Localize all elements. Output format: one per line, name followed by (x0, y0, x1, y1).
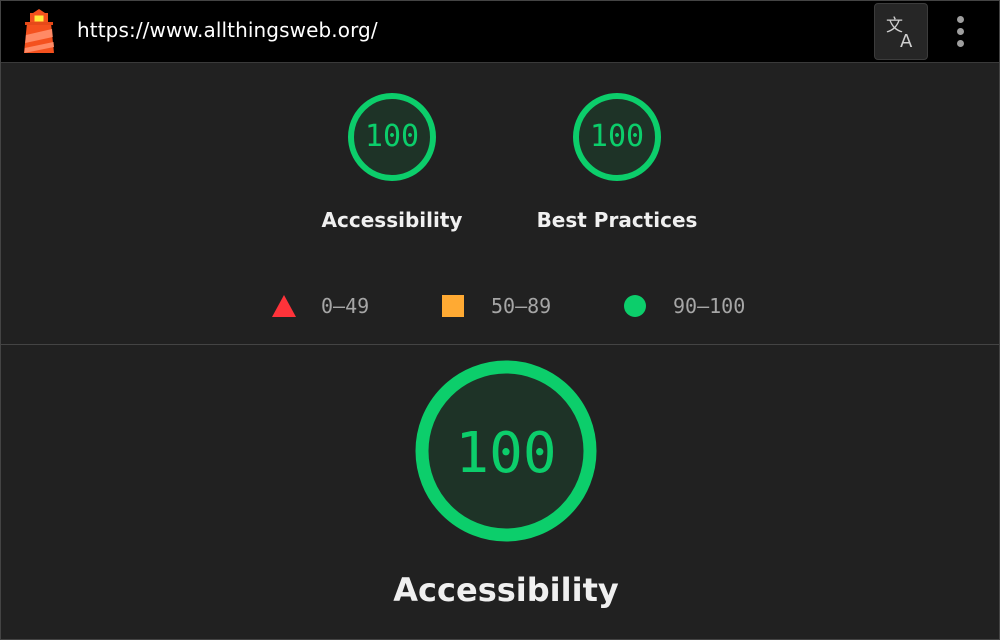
legend-pass-range: 90–100 (673, 294, 746, 318)
accessibility-category-gauge: 100 (415, 360, 597, 542)
legend-fail-range: 0–49 (321, 294, 370, 318)
accessibility-summary-gauge[interactable]: 100 (346, 91, 438, 183)
square-icon (442, 295, 464, 317)
category-score: 100 (455, 421, 557, 486)
translate-icon: 文 A (886, 16, 913, 49)
svg-text:A: A (900, 31, 913, 49)
lighthouse-report: https://www.allthingsweb.org/ 文 A 100 Ac… (0, 0, 1000, 640)
category-title: Accessibility (393, 571, 619, 609)
lighthouse-icon (24, 9, 54, 53)
circle-icon (624, 295, 646, 317)
section-divider (1, 344, 999, 345)
best-practices-summary-gauge[interactable]: 100 (571, 91, 663, 183)
accessibility-summary-label[interactable]: Accessibility (282, 208, 502, 232)
more-vert-icon-dot (957, 28, 964, 35)
accessibility-score: 100 (364, 119, 420, 154)
best-practices-summary-label[interactable]: Best Practices (507, 208, 727, 232)
page-url: https://www.allthingsweb.org/ (77, 18, 378, 42)
best-practices-score: 100 (589, 119, 645, 154)
translate-button[interactable]: 文 A (874, 3, 928, 60)
legend-average-range: 50–89 (491, 294, 552, 318)
more-options-button[interactable] (945, 11, 975, 53)
more-vert-icon-dot (957, 16, 964, 23)
more-vert-icon-dot (957, 40, 964, 47)
top-bar: https://www.allthingsweb.org/ 文 A (1, 1, 999, 63)
triangle-icon (272, 295, 296, 317)
